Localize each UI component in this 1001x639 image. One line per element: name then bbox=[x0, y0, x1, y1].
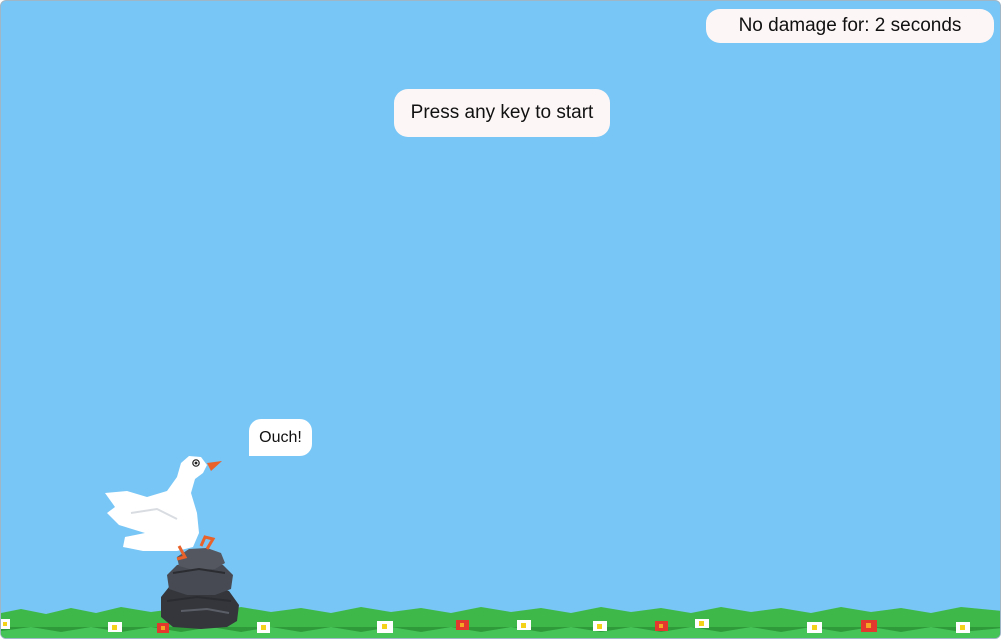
white-flower-icon bbox=[108, 622, 122, 632]
start-prompt: Press any key to start bbox=[394, 89, 610, 137]
white-flower-icon bbox=[956, 622, 970, 633]
white-flower-icon bbox=[517, 620, 531, 630]
white-flower-icon bbox=[695, 619, 709, 628]
red-flower-icon bbox=[655, 621, 668, 631]
grass-ground bbox=[1, 607, 1000, 638]
damage-timer-badge: No damage for: 2 seconds bbox=[706, 9, 994, 43]
white-flower-icon bbox=[377, 621, 393, 633]
white-flower-icon bbox=[807, 622, 822, 633]
rock-obstacle bbox=[161, 548, 239, 629]
red-flower-icon bbox=[861, 620, 877, 632]
red-flower-icon bbox=[456, 620, 469, 630]
white-flower-icon bbox=[1, 619, 10, 629]
white-flower-icon bbox=[593, 621, 607, 631]
red-flower-icon bbox=[157, 623, 169, 633]
game-stage[interactable]: No damage for: 2 seconds Press any key t… bbox=[0, 0, 1001, 639]
goose-icon bbox=[105, 456, 222, 561]
speech-bubble: Ouch! bbox=[249, 419, 312, 456]
white-flower-icon bbox=[257, 622, 270, 633]
